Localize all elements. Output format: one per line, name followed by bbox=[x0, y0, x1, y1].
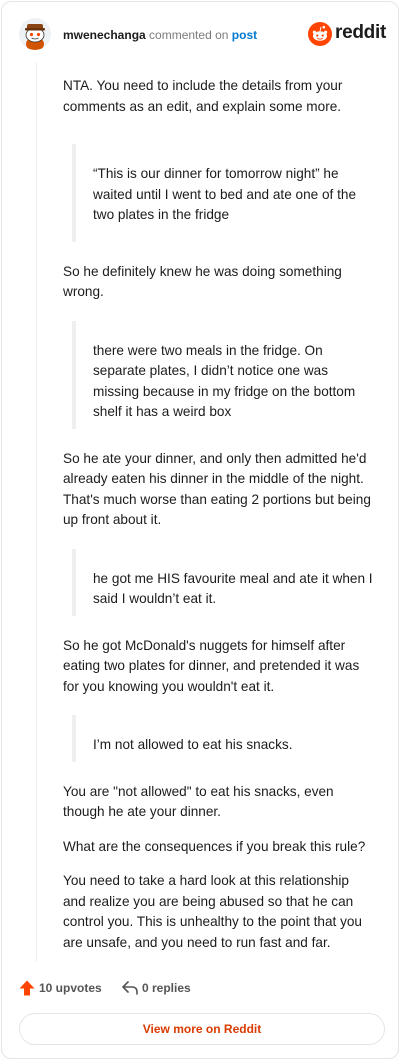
username-link[interactable]: mwenechanga bbox=[63, 28, 146, 42]
upvote-arrow-icon bbox=[19, 980, 35, 996]
comment-paragraph: So he got McDonald's nuggets for himself… bbox=[63, 637, 360, 694]
reply-count: 0 replies bbox=[142, 981, 191, 995]
comment-paragraph: You need to take a hard look at this rel… bbox=[63, 873, 362, 950]
comment-footer: 10 upvotes 0 replies bbox=[19, 979, 379, 999]
comment-paragraph: What are the consequences if you break t… bbox=[63, 838, 366, 854]
blockquote: there were two meals in the fridge. On s… bbox=[72, 320, 373, 429]
blockquote: “This is our dinner for tomorrow night” … bbox=[72, 144, 373, 242]
comment-paragraph: So he ate your dinner, and only then adm… bbox=[63, 450, 371, 528]
meta-action-text: commented on bbox=[149, 28, 229, 42]
thread-line bbox=[36, 62, 37, 962]
comment-card: mwenechanga commented on post reddit NTA… bbox=[1, 1, 399, 1059]
blockquote: he got me HIS favourite meal and ate it … bbox=[72, 548, 373, 616]
comment-body: NTA. You need to include the details fro… bbox=[63, 76, 373, 953]
comment-paragraph: You are "not allowed" to eat his snacks,… bbox=[63, 783, 334, 820]
reddit-brand[interactable]: reddit bbox=[308, 22, 386, 48]
reddit-wordmark: reddit bbox=[335, 22, 386, 43]
post-link[interactable]: post bbox=[232, 28, 257, 42]
reddit-logo-icon bbox=[308, 22, 332, 46]
comment-meta: mwenechanga commented on post bbox=[63, 27, 257, 43]
upvote-count: 10 upvotes bbox=[39, 981, 102, 995]
reply-arrow-icon bbox=[122, 981, 138, 995]
blockquote-text: he got me HIS favourite meal and ate it … bbox=[93, 570, 373, 607]
view-more-button[interactable]: View more on Reddit bbox=[19, 1013, 385, 1045]
comment-paragraph: NTA. You need to include the details fro… bbox=[63, 78, 343, 114]
blockquote-text: I’m not allowed to eat his snacks. bbox=[93, 737, 293, 752]
blockquote-text: “This is our dinner for tomorrow night” … bbox=[93, 166, 357, 222]
comment-header: mwenechanga commented on post reddit bbox=[19, 18, 386, 52]
blockquote-text: there were two meals in the fridge. On s… bbox=[93, 342, 356, 420]
blockquote: I’m not allowed to eat his snacks. bbox=[72, 715, 373, 762]
snoo-avatar-icon[interactable] bbox=[19, 18, 51, 50]
comment-paragraph: So he definitely knew he was doing somet… bbox=[63, 263, 342, 300]
